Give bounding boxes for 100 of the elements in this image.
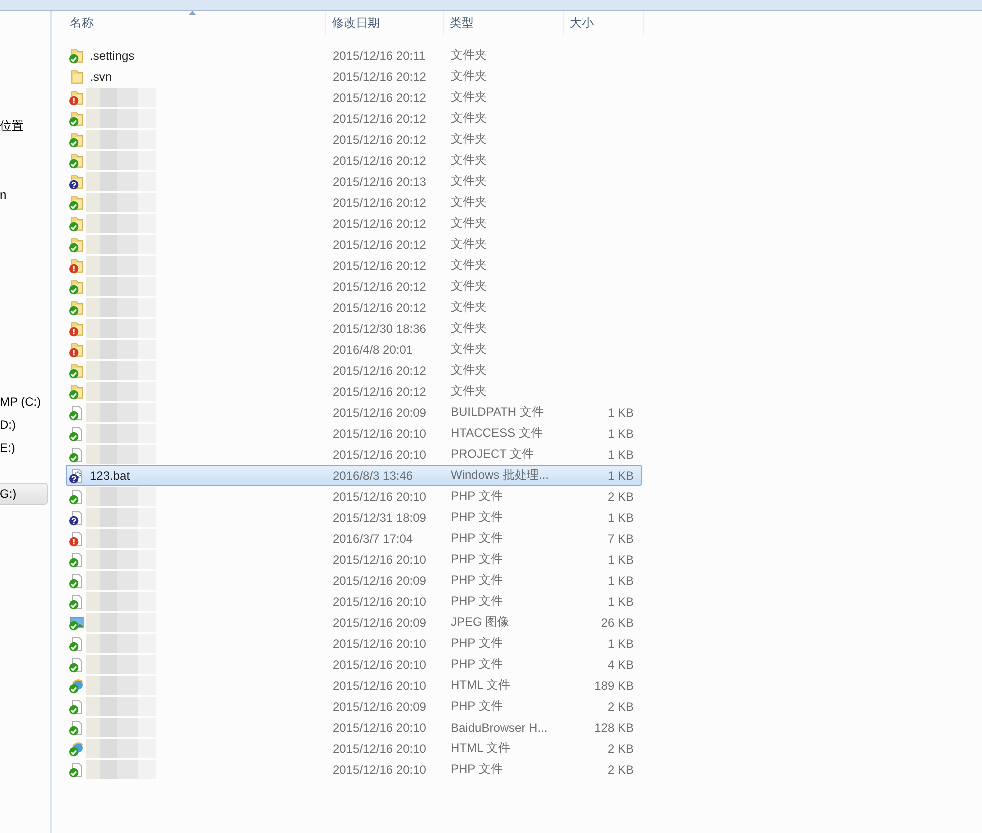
blurred-name-block	[86, 571, 156, 590]
file-row[interactable]: 2015/12/16 20:12 文件夹	[66, 129, 642, 150]
modified-date: 2015/12/16 20:13	[332, 174, 428, 188]
file-row[interactable]: 2015/12/16 20:09 BUILDPATH 文件 1 KB	[66, 402, 642, 423]
file-row[interactable]: 2016/3/7 17:04 PHP 文件 7 KB	[66, 528, 642, 549]
file-type: 文件夹	[450, 110, 488, 127]
file-type: PHP 文件	[450, 698, 504, 715]
blurred-name-block	[86, 214, 156, 233]
file-type: 文件夹	[450, 341, 488, 358]
modified-date: 2015/12/16 20:10	[332, 594, 428, 608]
file-type: 文件夹	[450, 236, 488, 253]
modified-date: 2015/12/16 20:12	[332, 112, 428, 126]
file-type: 文件夹	[450, 215, 488, 232]
file-row[interactable]: 2015/12/16 20:12 文件夹	[66, 255, 642, 276]
file-row[interactable]: 2015/12/16 20:10 PHP 文件 1 KB	[66, 633, 642, 654]
file-row[interactable]: 2015/12/16 20:10 PHP 文件 2 KB	[66, 486, 642, 507]
nav-item[interactable]: D:)	[0, 414, 50, 436]
type-column-header[interactable]: 类型	[444, 11, 564, 36]
file-row[interactable]: .settings 2015/12/16 20:11 文件夹	[66, 45, 642, 66]
file-row[interactable]: 2015/12/16 20:09 JPEG 图像 26 KB	[66, 612, 642, 633]
file-row[interactable]: 2015/12/31 18:09 PHP 文件 1 KB	[66, 507, 642, 528]
file-row[interactable]: 2015/12/16 20:12 文件夹	[66, 87, 642, 108]
file-row[interactable]: 2015/12/16 20:10 HTML 文件 189 KB	[66, 675, 642, 696]
file-name: .svn	[90, 70, 112, 84]
file-size: 7 KB	[606, 532, 635, 546]
file-row[interactable]: 2015/12/16 20:12 文件夹	[66, 150, 642, 171]
sort-arrow-icon	[189, 11, 196, 15]
blurred-name-block	[86, 718, 156, 737]
file-row[interactable]: 2015/12/16 20:10 PHP 文件 1 KB	[66, 549, 642, 570]
blurred-name-block	[86, 361, 156, 380]
file-size: 1 KB	[606, 406, 635, 420]
file-row[interactable]: 2015/12/16 20:12 文件夹	[66, 108, 642, 129]
file-type: PHP 文件	[450, 593, 504, 610]
blurred-name-block	[86, 256, 156, 275]
blurred-name-block	[86, 445, 156, 464]
file-row[interactable]: 2015/12/16 20:10 HTACCESS 文件 1 KB	[66, 423, 642, 444]
blurred-name-block	[86, 151, 156, 170]
modified-date: 2015/12/16 20:10	[332, 762, 428, 776]
file-row[interactable]: 2015/12/16 20:10 PHP 文件 1 KB	[66, 591, 642, 612]
blurred-name-block	[86, 697, 156, 716]
file-row[interactable]: 2015/12/16 20:09 PHP 文件 1 KB	[66, 570, 642, 591]
file-row[interactable]: 2015/12/30 18:36 文件夹	[66, 318, 642, 339]
file-type: 文件夹	[450, 152, 488, 169]
file-type: 文件夹	[450, 131, 488, 148]
file-row[interactable]: 123.bat 2016/8/3 13:46 Windows 批处理... 1 KB	[66, 465, 642, 486]
file-row[interactable]: 2015/12/16 20:12 文件夹	[66, 381, 642, 402]
file-row[interactable]: 2015/12/16 20:10 HTML 文件 2 KB	[66, 738, 642, 759]
file-type: PHP 文件	[450, 488, 504, 505]
modified-date: 2016/3/7 17:04	[332, 532, 414, 546]
file-size: 2 KB	[606, 742, 635, 756]
file-row[interactable]: 2015/12/16 20:12 文件夹	[66, 213, 642, 234]
blurred-name-block	[86, 739, 156, 758]
file-row[interactable]: 2015/12/16 20:12 文件夹	[66, 360, 642, 381]
file-row[interactable]: 2015/12/16 20:09 PHP 文件 2 KB	[66, 696, 642, 717]
nav-item[interactable]: G:)	[0, 483, 48, 505]
file-row[interactable]: 2015/12/16 20:12 文件夹	[66, 192, 642, 213]
modified-date: 2015/12/16 20:12	[332, 154, 428, 168]
modified-date: 2015/12/16 20:12	[332, 216, 428, 230]
file-row[interactable]: 2015/12/16 20:10 BaiduBrowser H... 128 KB	[66, 717, 642, 738]
blurred-name-block	[86, 109, 156, 128]
modified-date: 2016/8/3 13:46	[332, 468, 414, 482]
blurred-name-block	[86, 508, 156, 527]
file-row[interactable]: 2015/12/16 20:12 文件夹	[66, 297, 642, 318]
file-row[interactable]: 2015/12/16 20:12 文件夹	[66, 234, 642, 255]
file-row[interactable]: 2015/12/16 20:10 PHP 文件 2 KB	[66, 759, 642, 780]
file-row[interactable]: 2015/12/16 20:10 PHP 文件 4 KB	[66, 654, 642, 675]
file-size: 2 KB	[606, 490, 635, 504]
modified-date: 2015/12/16 20:10	[332, 490, 428, 504]
file-name: .settings	[90, 48, 135, 62]
file-size: 1 KB	[606, 574, 635, 588]
modified-date: 2015/12/16 20:10	[332, 426, 428, 440]
file-size: 1 KB	[606, 468, 635, 482]
nav-item[interactable]: 位置	[0, 115, 50, 137]
file-row[interactable]: 2015/12/16 20:10 PROJECT 文件 1 KB	[66, 444, 642, 465]
nav-item[interactable]: MP (C:)	[0, 391, 50, 413]
blurred-name-block	[86, 487, 156, 506]
file-type: HTML 文件	[450, 677, 512, 694]
modified-date: 2015/12/16 20:10	[332, 552, 428, 566]
file-row[interactable]: .svn 2015/12/16 20:12 文件夹	[66, 66, 642, 87]
file-type: 文件夹	[450, 68, 488, 85]
modified-date: 2015/12/16 20:10	[332, 678, 428, 692]
file-row[interactable]: 2016/4/8 20:01 文件夹	[66, 339, 642, 360]
nav-item[interactable]: n	[0, 184, 50, 206]
file-type: 文件夹	[450, 257, 488, 274]
file-type: JPEG 图像	[450, 614, 511, 631]
modified-date: 2015/12/16 20:09	[332, 574, 428, 588]
file-type: PHP 文件	[450, 530, 504, 547]
date-column-header[interactable]: 修改日期	[326, 11, 444, 36]
modified-date: 2015/12/16 20:12	[332, 300, 428, 314]
modified-date: 2015/12/16 20:11	[332, 48, 427, 62]
modified-date: 2015/12/16 20:12	[332, 280, 428, 294]
modified-date: 2015/12/16 20:10	[332, 720, 428, 734]
nav-item[interactable]: E:)	[0, 437, 50, 459]
file-type: 文件夹	[450, 278, 488, 295]
blurred-name-block	[86, 340, 156, 359]
file-row[interactable]: 2015/12/16 20:13 文件夹	[66, 171, 642, 192]
file-row[interactable]: 2015/12/16 20:12 文件夹	[66, 276, 642, 297]
modified-date: 2015/12/16 20:09	[332, 700, 428, 714]
size-column-header[interactable]: 大小	[564, 11, 644, 36]
file-type: 文件夹	[450, 320, 488, 337]
